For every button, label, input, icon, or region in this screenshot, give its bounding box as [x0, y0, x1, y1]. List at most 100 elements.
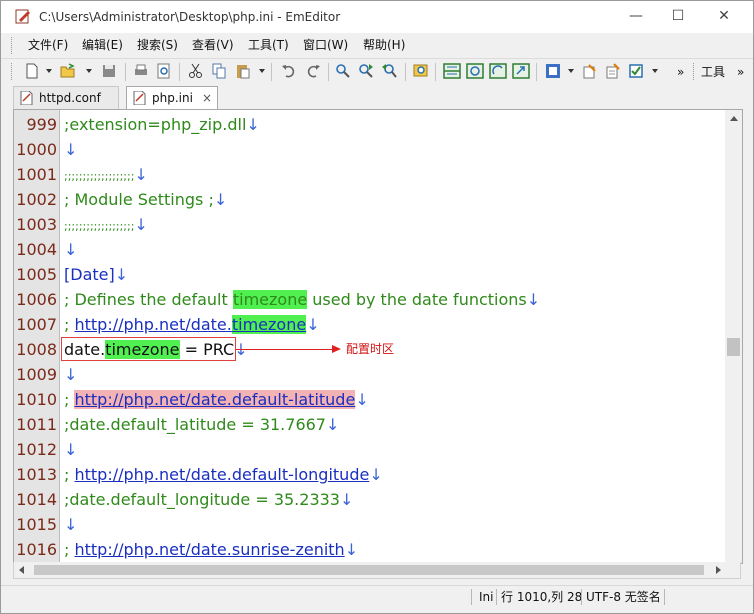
scroll-up-icon[interactable] — [730, 116, 738, 121]
scroll-right-icon[interactable] — [716, 566, 721, 574]
toolbar-separator — [536, 63, 537, 81]
emeditor-app-icon[interactable] — [15, 8, 31, 24]
line-text: ;extension=php_zip.dll↓ — [64, 115, 260, 134]
refresh-view-icon[interactable] — [489, 62, 507, 80]
menu-grip[interactable] — [11, 37, 14, 54]
print-icon[interactable] — [132, 62, 150, 80]
eol-marker: ↓ — [64, 240, 78, 259]
split-window-icon[interactable] — [443, 62, 461, 80]
new-window-icon[interactable] — [512, 62, 530, 80]
maximize-button[interactable]: ☐ — [655, 1, 701, 33]
line-number: 999 — [26, 115, 57, 134]
paste-icon[interactable] — [234, 62, 252, 80]
paste-dropdown-icon[interactable] — [259, 69, 265, 73]
toolbar-separator — [125, 63, 126, 81]
save-icon[interactable] — [100, 62, 118, 80]
menu-help[interactable]: 帮助(H) — [363, 33, 405, 58]
menu-tools[interactable]: 工具(T) — [248, 33, 289, 58]
options-dropdown-icon[interactable] — [652, 69, 658, 73]
status-separator — [471, 589, 472, 605]
toolbar: » 工具 » — [1, 58, 753, 85]
line-number: 1003 — [16, 215, 57, 234]
eol-marker: ↓ — [526, 290, 541, 309]
toolbar-overflow-button[interactable]: » — [677, 59, 684, 85]
toolbar-grip[interactable] — [11, 63, 14, 80]
line-text: ; Module Settings ;↓ — [64, 190, 228, 209]
close-button[interactable]: ✕ — [701, 1, 747, 33]
line-number: 1007 — [16, 315, 57, 334]
status-bar: Ini 行 1010,列 28 UTF-8 无签名 — [1, 585, 753, 608]
url-link[interactable]: http://php.net/date. — [74, 315, 231, 334]
close-tab-icon[interactable]: × — [202, 87, 212, 109]
redo-icon[interactable] — [304, 62, 322, 80]
status-encoding[interactable]: UTF-8 无签名 — [586, 586, 661, 608]
tools-toolbar-label[interactable]: 工具 — [701, 59, 725, 85]
search-highlight[interactable]: timezone — [231, 315, 307, 334]
horizontal-scroll-thumb[interactable] — [34, 565, 704, 575]
menu-edit[interactable]: 编辑(E) — [82, 33, 123, 58]
properties-icon[interactable] — [604, 62, 622, 80]
eol-marker: ↓ — [114, 265, 129, 284]
tab-php-ini[interactable]: php.ini × — [126, 86, 218, 111]
line-text: ; http://php.net/date.default-latitude↓ — [64, 390, 369, 409]
customize-icon[interactable] — [581, 62, 599, 80]
eol-marker: ↓ — [344, 540, 359, 559]
tab-httpd-conf[interactable]: httpd.conf — [13, 86, 119, 109]
new-file-icon[interactable] — [23, 62, 41, 80]
editor-line: 1009 ↓ — [14, 362, 726, 387]
find-in-files-icon[interactable] — [412, 62, 430, 80]
tools-overflow-button[interactable]: » — [737, 59, 744, 85]
line-text: ↓ — [64, 237, 77, 262]
vertical-scroll-thumb[interactable] — [727, 338, 740, 356]
print-preview-icon[interactable] — [155, 62, 173, 80]
line-text: ;date.default_longitude = 35.2333↓ — [64, 490, 354, 509]
cut-icon[interactable] — [187, 62, 205, 80]
open-folder-icon[interactable] — [59, 62, 77, 80]
line-text: ; Defines the default timezone used by t… — [64, 290, 541, 309]
menu-file[interactable]: 文件(F) — [28, 33, 68, 58]
open-dropdown-icon[interactable] — [86, 69, 92, 73]
copy-icon[interactable] — [210, 62, 228, 80]
scroll-left-icon[interactable] — [19, 566, 24, 574]
url-link[interactable]: http://php.net/date.default-longitude — [74, 465, 369, 484]
eol-marker: ↓ — [306, 315, 320, 334]
eol-marker: ↓ — [64, 365, 78, 384]
macro-icon[interactable] — [544, 62, 562, 80]
line-text: ; http://php.net/date.default-longitude↓ — [64, 465, 383, 484]
eol-marker: ↓ — [64, 440, 78, 459]
undo-icon[interactable] — [280, 62, 298, 80]
document-icon — [133, 91, 146, 105]
find-next-icon[interactable] — [357, 62, 375, 80]
macro-dropdown-icon[interactable] — [568, 69, 574, 73]
horizontal-scrollbar[interactable] — [13, 562, 741, 579]
sync-scroll-icon[interactable] — [466, 62, 484, 80]
toolbar-separator — [271, 63, 272, 81]
line-text: ↓ — [64, 437, 77, 462]
editor-line: 1007 ; http://php.net/date.timezone↓ — [14, 312, 726, 337]
eol-marker: ↓ — [134, 215, 148, 234]
new-file-dropdown-icon[interactable] — [46, 69, 52, 73]
line-number: 1004 — [16, 240, 57, 259]
eol-marker: ↓ — [64, 140, 78, 159]
find-icon[interactable] — [334, 62, 352, 80]
menu-view[interactable]: 查看(V) — [192, 33, 234, 58]
line-number: 1013 — [16, 465, 57, 484]
line-text: ; http://php.net/date.sunrise-zenith↓ — [64, 540, 359, 559]
line-number: 1000 — [16, 140, 57, 159]
checkbox-option-icon[interactable] — [627, 62, 645, 80]
vertical-scrollbar[interactable] — [725, 110, 742, 563]
menu-window[interactable]: 窗口(W) — [303, 33, 348, 58]
editor-line: 1004 ↓ — [14, 237, 726, 262]
text-editor[interactable]: 999 ;extension=php_zip.dll↓ 1000 ↓ 1001 … — [13, 109, 743, 564]
status-position[interactable]: 行 1010,列 28 — [501, 586, 582, 608]
url-link[interactable]: http://php.net/date.default-latitude — [74, 390, 356, 409]
toolbar-separator — [179, 63, 180, 81]
status-mode[interactable]: Ini — [479, 586, 493, 608]
minimize-button[interactable]: — — [613, 1, 659, 33]
tools-toolbar-grip[interactable] — [693, 63, 696, 80]
line-text: ;;;;;;;;;;;;;;;;;;;↓ — [64, 215, 148, 234]
line-number: 1008 — [16, 340, 57, 359]
url-link[interactable]: http://php.net/date.sunrise-zenith — [74, 540, 344, 559]
find-previous-icon[interactable] — [381, 62, 399, 80]
menu-search[interactable]: 搜索(S) — [137, 33, 178, 58]
